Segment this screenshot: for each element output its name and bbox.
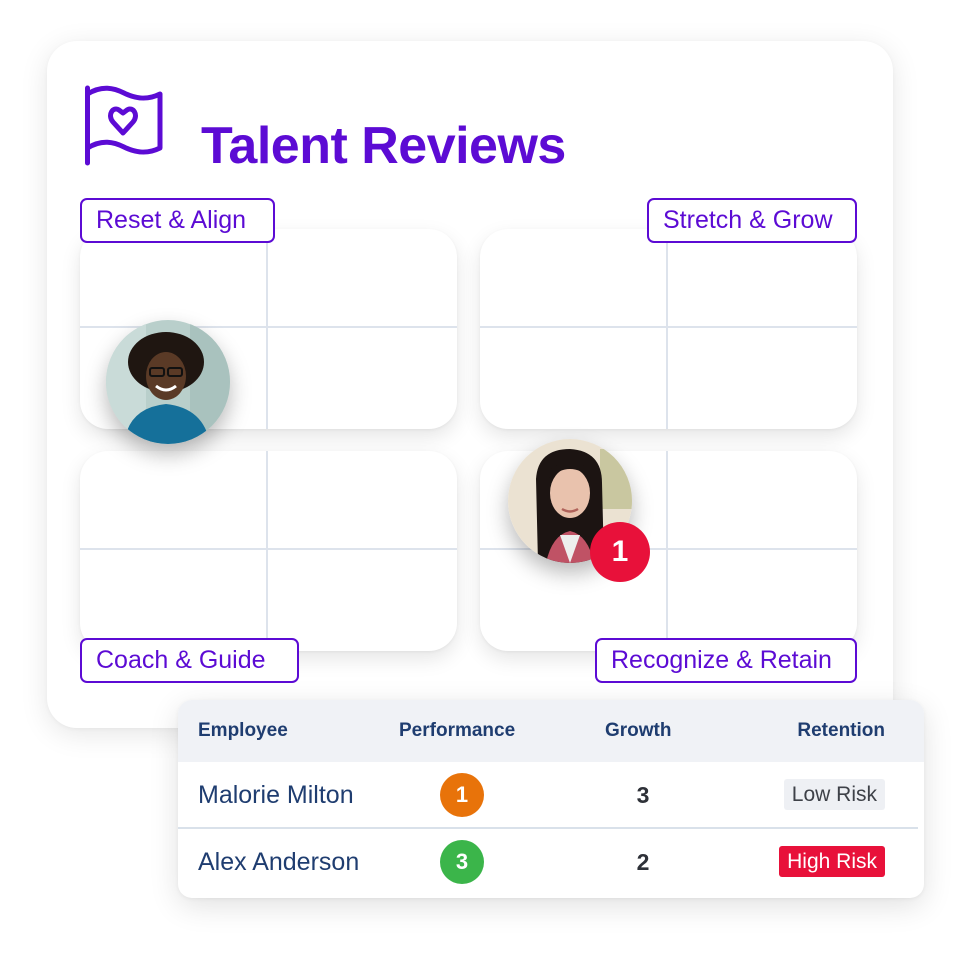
grid-divider-vertical — [266, 451, 268, 651]
table-header: Employee Performance Growth Retention — [178, 700, 924, 762]
grid-divider-horizontal — [480, 326, 857, 328]
quadrant-bottom-left[interactable] — [80, 451, 457, 651]
grid-divider-vertical — [266, 229, 268, 429]
notification-count-badge: 1 — [590, 522, 650, 582]
quadrant-label-stretch-grow: Stretch & Grow — [647, 198, 857, 243]
column-header-performance[interactable]: Performance — [399, 700, 515, 762]
employee-name: Alex Anderson — [198, 848, 360, 876]
performance-badge: 1 — [440, 773, 484, 817]
column-header-retention[interactable]: Retention — [797, 700, 885, 762]
quadrant-label-coach-guide: Coach & Guide — [80, 638, 299, 683]
page-title: Talent Reviews — [201, 117, 566, 175]
retention-risk-badge: High Risk — [779, 846, 885, 877]
table-row[interactable]: Malorie Milton 1 3 Low Risk — [178, 762, 924, 828]
grid-divider-vertical — [666, 451, 668, 651]
column-header-growth[interactable]: Growth — [605, 700, 672, 762]
grid-divider-vertical — [666, 229, 668, 429]
quadrant-label-reset-align: Reset & Align — [80, 198, 275, 243]
employee-name: Malorie Milton — [198, 781, 354, 809]
flag-heart-icon — [85, 85, 163, 166]
employee-avatar[interactable] — [106, 320, 230, 444]
performance-badge: 3 — [440, 840, 484, 884]
table-row[interactable]: Alex Anderson 3 2 High Risk — [178, 829, 924, 895]
retention-risk-badge: Low Risk — [783, 779, 885, 810]
growth-score: 3 — [636, 782, 650, 808]
column-header-employee[interactable]: Employee — [198, 700, 288, 762]
quadrant-label-recognize-retain: Recognize & Retain — [595, 638, 857, 683]
quadrant-top-right[interactable] — [480, 229, 857, 429]
grid-divider-horizontal — [80, 548, 457, 550]
employee-table: Employee Performance Growth Retention Ma… — [178, 700, 924, 898]
person-photo-avatar-icon — [106, 320, 230, 444]
growth-score: 2 — [636, 849, 650, 875]
